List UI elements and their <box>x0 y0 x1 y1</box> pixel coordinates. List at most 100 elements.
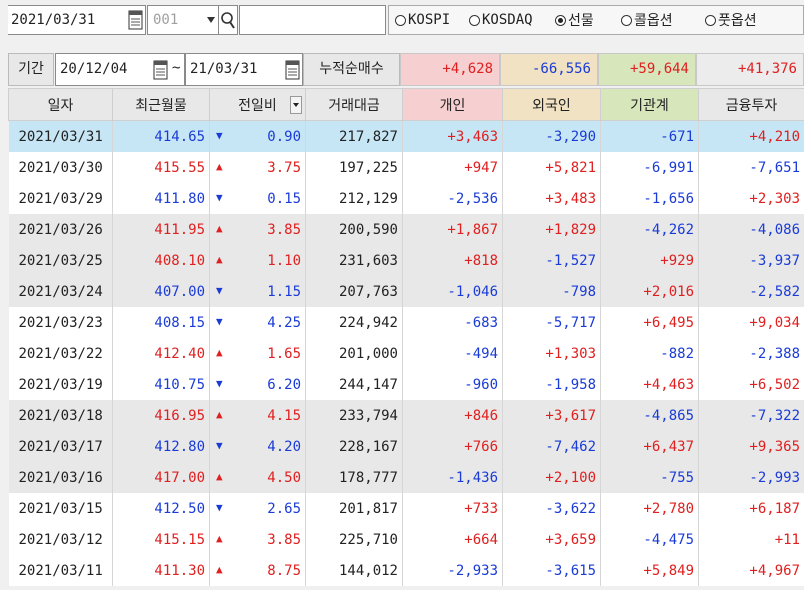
cell-foreign: -3,615 <box>502 555 601 586</box>
table-row[interactable]: 2021/03/25 408.10 ▲ 1.10 231,603 +818 -1,527 +9… <box>8 245 804 276</box>
table-row[interactable]: 2021/03/16 417.00 ▲ 4.50 178,777 -1,436 +2,100… <box>8 462 804 493</box>
cell-individual: +3,463 <box>402 120 503 152</box>
cell-price: 417.00 <box>112 462 210 493</box>
arrow-up-icon: ▲ <box>216 346 223 359</box>
table-row[interactable]: 2021/03/31 414.65 ▼ 0.90 217,827 +3,463 -3,290… <box>8 120 804 152</box>
cell-institution: +2,016 <box>600 276 699 307</box>
cell-trade-value: 224,942 <box>305 307 403 338</box>
cell-financial-investment: +4,210 <box>698 120 804 152</box>
cell-change: ▲ 3.75 <box>209 152 306 183</box>
table-row[interactable]: 2021/03/29 411.80 ▼ 0.15 212,129 -2,536 +3,483… <box>8 183 804 214</box>
cell-change: ▼ 0.90 <box>209 120 306 152</box>
cell-trade-value: 201,000 <box>305 338 403 369</box>
cell-financial-investment: +6,187 <box>698 493 804 524</box>
cell-institution: -882 <box>600 338 699 369</box>
cell-foreign: +5,821 <box>502 152 601 183</box>
table-row[interactable]: 2021/03/15 412.50 ▼ 2.65 201,817 +733 -3,622 +2… <box>8 493 804 524</box>
search-button[interactable] <box>218 5 238 35</box>
arrow-up-icon: ▲ <box>216 222 223 235</box>
arrow-up-icon: ▲ <box>216 563 223 576</box>
date-input[interactable]: 2021/03/31 <box>5 5 146 35</box>
cell-foreign: +1,829 <box>502 214 601 245</box>
cell-trade-value: 144,012 <box>305 555 403 586</box>
cell-price: 411.95 <box>112 214 210 245</box>
cell-individual: +1,867 <box>402 214 503 245</box>
cell-price: 414.65 <box>112 120 210 152</box>
table-row[interactable]: 2021/03/30 415.55 ▲ 3.75 197,225 +947 +5,821 -6… <box>8 152 804 183</box>
date-value: 2021/03/31 <box>11 12 96 28</box>
cell-trade-value: 228,167 <box>305 431 403 462</box>
cell-trade-value: 197,225 <box>305 152 403 183</box>
header-foreign[interactable]: 외국인 <box>502 88 601 121</box>
arrow-up-icon: ▲ <box>216 160 223 173</box>
arrow-up-icon: ▲ <box>216 408 223 421</box>
radio-selected-icon <box>555 14 566 26</box>
cell-change: ▲ 4.15 <box>209 400 306 431</box>
radio-label: KOSPI <box>408 12 451 28</box>
radio-label: 선물 <box>568 13 594 29</box>
arrow-up-icon: ▲ <box>216 470 223 483</box>
table-row[interactable]: 2021/03/11 411.30 ▲ 8.75 144,012 -2,933 -3,615… <box>8 555 804 586</box>
radio-put-option[interactable]: 풋옵션 <box>705 9 757 31</box>
calendar-icon[interactable] <box>285 59 300 81</box>
cell-price: 416.95 <box>112 400 210 431</box>
cell-foreign: -798 <box>502 276 601 307</box>
cell-change: ▼ 2.65 <box>209 493 306 524</box>
table-row[interactable]: 2021/03/26 411.95 ▲ 3.85 200,590 +1,867 +1,829… <box>8 214 804 245</box>
cell-financial-investment: -4,086 <box>698 214 804 245</box>
cell-foreign: +3,483 <box>502 183 601 214</box>
table-row[interactable]: 2021/03/23 408.15 ▼ 4.25 224,942 -683 -5,717 +6… <box>8 307 804 338</box>
header-institution[interactable]: 기관계 <box>600 88 699 121</box>
cell-date: 2021/03/19 <box>8 369 113 400</box>
table-row[interactable]: 2021/03/17 412.80 ▼ 4.20 228,167 +766 -7,462 +6… <box>8 431 804 462</box>
cell-price: 412.40 <box>112 338 210 369</box>
header-change[interactable]: 전일비 <box>209 88 306 121</box>
cell-date: 2021/03/29 <box>8 183 113 214</box>
header-front-month[interactable]: 최근월물 <box>112 88 210 121</box>
cell-trade-value: 217,827 <box>305 120 403 152</box>
arrow-up-icon: ▲ <box>216 253 223 266</box>
search-input[interactable] <box>239 5 386 35</box>
cell-price: 408.15 <box>112 307 210 338</box>
table-row[interactable]: 2021/03/24 407.00 ▼ 1.15 207,763 -1,046 -798 +2… <box>8 276 804 307</box>
cell-change: ▼ 4.20 <box>209 431 306 462</box>
cell-individual: -1,436 <box>402 462 503 493</box>
period-label: 기간 <box>8 53 54 86</box>
cell-trade-value: 225,710 <box>305 524 403 555</box>
cell-change: ▼ 0.15 <box>209 183 306 214</box>
cell-date: 2021/03/18 <box>8 400 113 431</box>
cell-foreign: +1,303 <box>502 338 601 369</box>
radio-call-option[interactable]: 콜옵션 <box>621 9 673 31</box>
arrow-down-icon: ▼ <box>216 439 223 452</box>
table-row[interactable]: 2021/03/19 410.75 ▼ 6.20 244,147 -960 -1,958 +4… <box>8 369 804 400</box>
radio-futures[interactable]: 선물 <box>555 9 594 31</box>
cell-price: 411.80 <box>112 183 210 214</box>
table-row[interactable]: 2021/03/22 412.40 ▲ 1.65 201,000 -494 +1,303 -8… <box>8 338 804 369</box>
header-financial-investment[interactable]: 금융투자 <box>698 88 804 121</box>
period-from-input[interactable]: 20/12/04 <box>55 53 185 86</box>
cell-change: ▲ 1.10 <box>209 245 306 276</box>
chevron-down-icon[interactable] <box>204 8 218 32</box>
calendar-icon[interactable] <box>153 59 168 81</box>
dropdown-icon[interactable] <box>290 96 302 114</box>
table-row[interactable]: 2021/03/18 416.95 ▲ 4.15 233,794 +846 +3,617 -4… <box>8 400 804 431</box>
header-individual[interactable]: 개인 <box>402 88 503 121</box>
radio-icon <box>621 14 632 26</box>
cell-trade-value: 212,129 <box>305 183 403 214</box>
radio-label: 풋옵션 <box>718 13 757 29</box>
cell-individual: +818 <box>402 245 503 276</box>
cell-foreign: -1,958 <box>502 369 601 400</box>
table-row[interactable]: 2021/03/12 415.15 ▲ 3.85 225,710 +664 +3,659 -4… <box>8 524 804 555</box>
arrow-down-icon: ▼ <box>216 191 223 204</box>
calendar-icon[interactable] <box>128 9 143 31</box>
header-trade-value[interactable]: 거래대금 <box>305 88 403 121</box>
period-to-input[interactable]: 21/03/31 <box>185 53 303 86</box>
radio-kosdaq[interactable]: KOSDAQ <box>469 9 533 31</box>
radio-kospi[interactable]: KOSPI <box>395 9 450 31</box>
code-combobox[interactable]: 001 <box>147 5 219 35</box>
radio-icon <box>705 14 716 26</box>
header-date[interactable]: 일자 <box>8 88 113 121</box>
cell-financial-investment: -2,388 <box>698 338 804 369</box>
cell-institution: +6,437 <box>600 431 699 462</box>
cell-date: 2021/03/11 <box>8 555 113 586</box>
